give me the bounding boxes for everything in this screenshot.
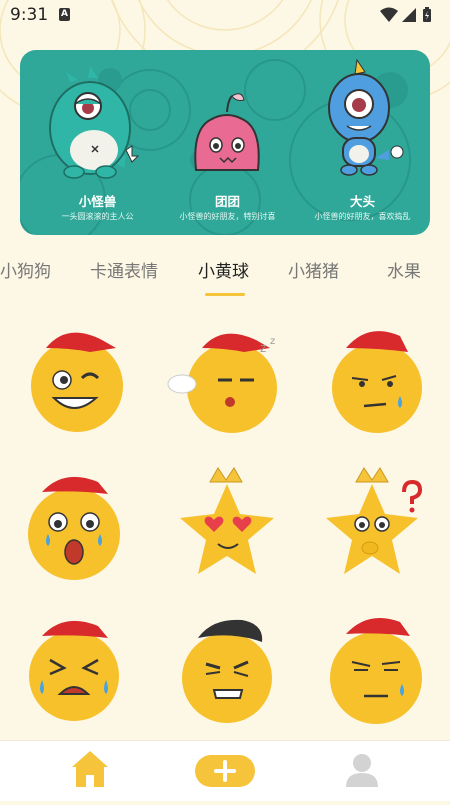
blue-monster-icon (328, 58, 404, 176)
heart-eyes-star-icon (180, 467, 274, 574)
home-icon (72, 751, 108, 787)
sleepy-emoji-icon: z z (167, 333, 277, 433)
sticker-crying-emoji[interactable] (12, 606, 142, 736)
nav-profile[interactable] (340, 741, 384, 801)
worried-emoji-icon (332, 331, 422, 433)
character-name: 大头 (349, 194, 375, 209)
user-icon (346, 754, 378, 787)
svg-text:z: z (270, 336, 275, 347)
sticker-sleepy-emoji[interactable]: z z (162, 318, 292, 448)
sticker-winking-emoji[interactable] (12, 318, 142, 448)
character-xiaoguaishou[interactable]: 小怪兽 一头圆滚滚的主人公 (40, 50, 155, 235)
winking-emoji-icon (31, 332, 123, 432)
sticker-shocked-crying-emoji[interactable] (12, 462, 142, 592)
tab-puppy[interactable]: 小狗狗 (0, 257, 51, 282)
crying-emoji-icon (29, 620, 119, 721)
category-tabs: 小狗狗 卡通表情 小黄球 小猪猪 水果 (0, 245, 450, 295)
svg-text:z: z (260, 341, 266, 355)
tab-yellow-ball[interactable]: 小黄球 (198, 257, 249, 282)
sticker-smirking-emoji[interactable] (162, 606, 292, 736)
pink-blob-icon (194, 93, 260, 171)
smirking-emoji-icon (182, 619, 272, 723)
tab-fruit[interactable]: 水果 (387, 257, 421, 282)
shocked-crying-emoji-icon (28, 476, 120, 580)
plus-icon (195, 755, 255, 787)
character-description: 小怪兽的好朋友，特别讨喜 (179, 212, 276, 221)
green-monster-icon (49, 66, 140, 179)
character-description: 小怪兽的好朋友，喜欢捣乱 (314, 212, 411, 221)
active-tab-indicator (205, 293, 245, 296)
sticker-heart-eyes-star[interactable] (162, 462, 292, 592)
unamused-emoji-icon (330, 618, 422, 724)
wifi-icon (380, 7, 398, 22)
status-icons (380, 7, 431, 22)
character-name: 小怪兽 (78, 194, 117, 209)
signal-icon (402, 8, 416, 22)
bottom-nav (0, 740, 450, 801)
sticker-unamused-emoji[interactable] (312, 606, 442, 736)
notification-badge: A (59, 8, 70, 21)
character-tuantuan[interactable]: 团团 小怪兽的好朋友，特别讨喜 (170, 50, 285, 235)
character-banner[interactable]: 小怪兽 一头圆滚滚的主人公 团团 小怪兽的好朋友，特别讨喜 大头 小怪兽的好朋友… (20, 50, 430, 235)
tab-cartoon-expressions[interactable]: 卡通表情 (90, 257, 158, 282)
sticker-thinking-star[interactable] (312, 462, 442, 592)
nav-home[interactable] (68, 741, 112, 801)
thinking-star-icon (326, 467, 423, 574)
status-time: 9:31 (10, 5, 49, 25)
character-description: 一头圆滚滚的主人公 (61, 212, 134, 221)
status-bar: 9:31 A (0, 0, 450, 30)
sticker-worried-emoji[interactable] (312, 318, 442, 448)
character-datou[interactable]: 大头 小怪兽的好朋友，喜欢捣乱 (305, 50, 420, 235)
nav-add[interactable] (195, 741, 255, 801)
character-name: 团团 (214, 194, 240, 209)
tab-piggy[interactable]: 小猪猪 (288, 257, 339, 282)
battery-icon (423, 7, 431, 22)
